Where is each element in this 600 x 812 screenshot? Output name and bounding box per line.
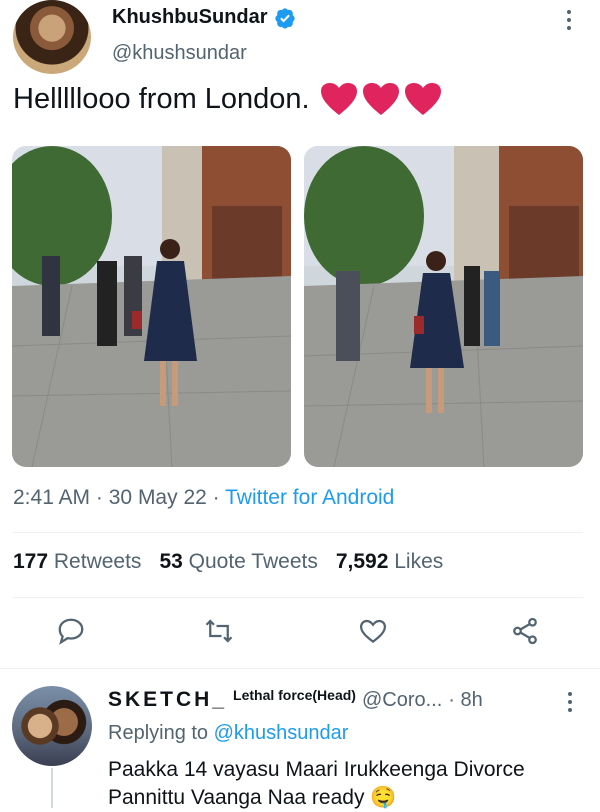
replying-to-handle[interactable]: @khushsundar: [214, 722, 349, 744]
retweets-count: 177: [13, 550, 49, 573]
tweet-body: Helllllooo from London.: [13, 82, 310, 115]
reply-display-name[interactable]: SKETCH_: [108, 688, 227, 712]
share-icon[interactable]: [510, 616, 540, 646]
quote-count: 53: [159, 550, 183, 573]
likes-label: Likes: [394, 550, 444, 573]
meta-dot: ·: [95, 486, 103, 509]
comment-icon[interactable]: [56, 616, 86, 646]
heart-emojis: [320, 82, 442, 116]
author-display-name[interactable]: KhushbuSundar: [112, 6, 268, 29]
reply-handle[interactable]: @Coro...: [362, 689, 442, 712]
retweet-icon[interactable]: [204, 616, 234, 646]
tweet-time[interactable]: 2:41 AM: [13, 486, 90, 509]
tweet-stats: 177 Retweets 53 Quote Tweets 7,592 Likes: [13, 550, 443, 574]
more-vertical-icon[interactable]: [563, 690, 577, 714]
reply-text: Paakka 14 vayasu Maari Irukkeenga Divorc…: [108, 758, 525, 809]
likes-stat[interactable]: 7,592 Likes: [336, 550, 443, 574]
divider: [0, 668, 600, 669]
tweet-photo-1[interactable]: [12, 146, 291, 467]
reply-time[interactable]: · 8h: [448, 689, 482, 712]
divider: [13, 532, 583, 533]
tweet-source-link[interactable]: Twitter for Android: [225, 486, 394, 509]
red-heart-emoji-icon: [362, 83, 399, 115]
thread-line: [51, 768, 53, 808]
replying-to-line: Replying to @khushsundar: [108, 722, 348, 745]
author-handle[interactable]: @khushsundar: [112, 42, 247, 65]
tweet-text: Helllllooo from London.: [13, 82, 442, 116]
author-name-row[interactable]: KhushbuSundar: [112, 6, 296, 29]
tweet-meta: 2:41 AM · 30 May 22 · Twitter for Androi…: [13, 486, 394, 510]
retweets-label: Retweets: [53, 550, 142, 573]
tweet-date[interactable]: 30 May 22: [109, 486, 207, 509]
quote-label: Quote Tweets: [188, 550, 318, 573]
heart-icon[interactable]: [358, 616, 388, 646]
reply-name-suffix[interactable]: Lethal force(Head): [233, 687, 356, 703]
reply-author-avatar[interactable]: [12, 686, 92, 766]
verified-badge-icon: [274, 7, 295, 29]
tweet-actions-bar: [0, 600, 600, 660]
reply-header: SKETCH_ Lethal force(Head) @Coro... · 8h: [108, 687, 483, 712]
likes-count: 7,592: [335, 550, 389, 573]
more-vertical-icon[interactable]: [562, 8, 576, 32]
divider: [13, 597, 583, 598]
red-heart-emoji-icon: [320, 83, 357, 115]
tweet-photo-2[interactable]: [304, 146, 583, 467]
quote-tweets-stat[interactable]: 53 Quote Tweets: [159, 550, 317, 574]
red-heart-emoji-icon: [404, 83, 441, 115]
author-avatar[interactable]: [13, 0, 91, 74]
meta-dot: ·: [212, 486, 220, 509]
replying-prefix: Replying to: [108, 722, 209, 744]
retweets-stat[interactable]: 177 Retweets: [13, 550, 141, 574]
